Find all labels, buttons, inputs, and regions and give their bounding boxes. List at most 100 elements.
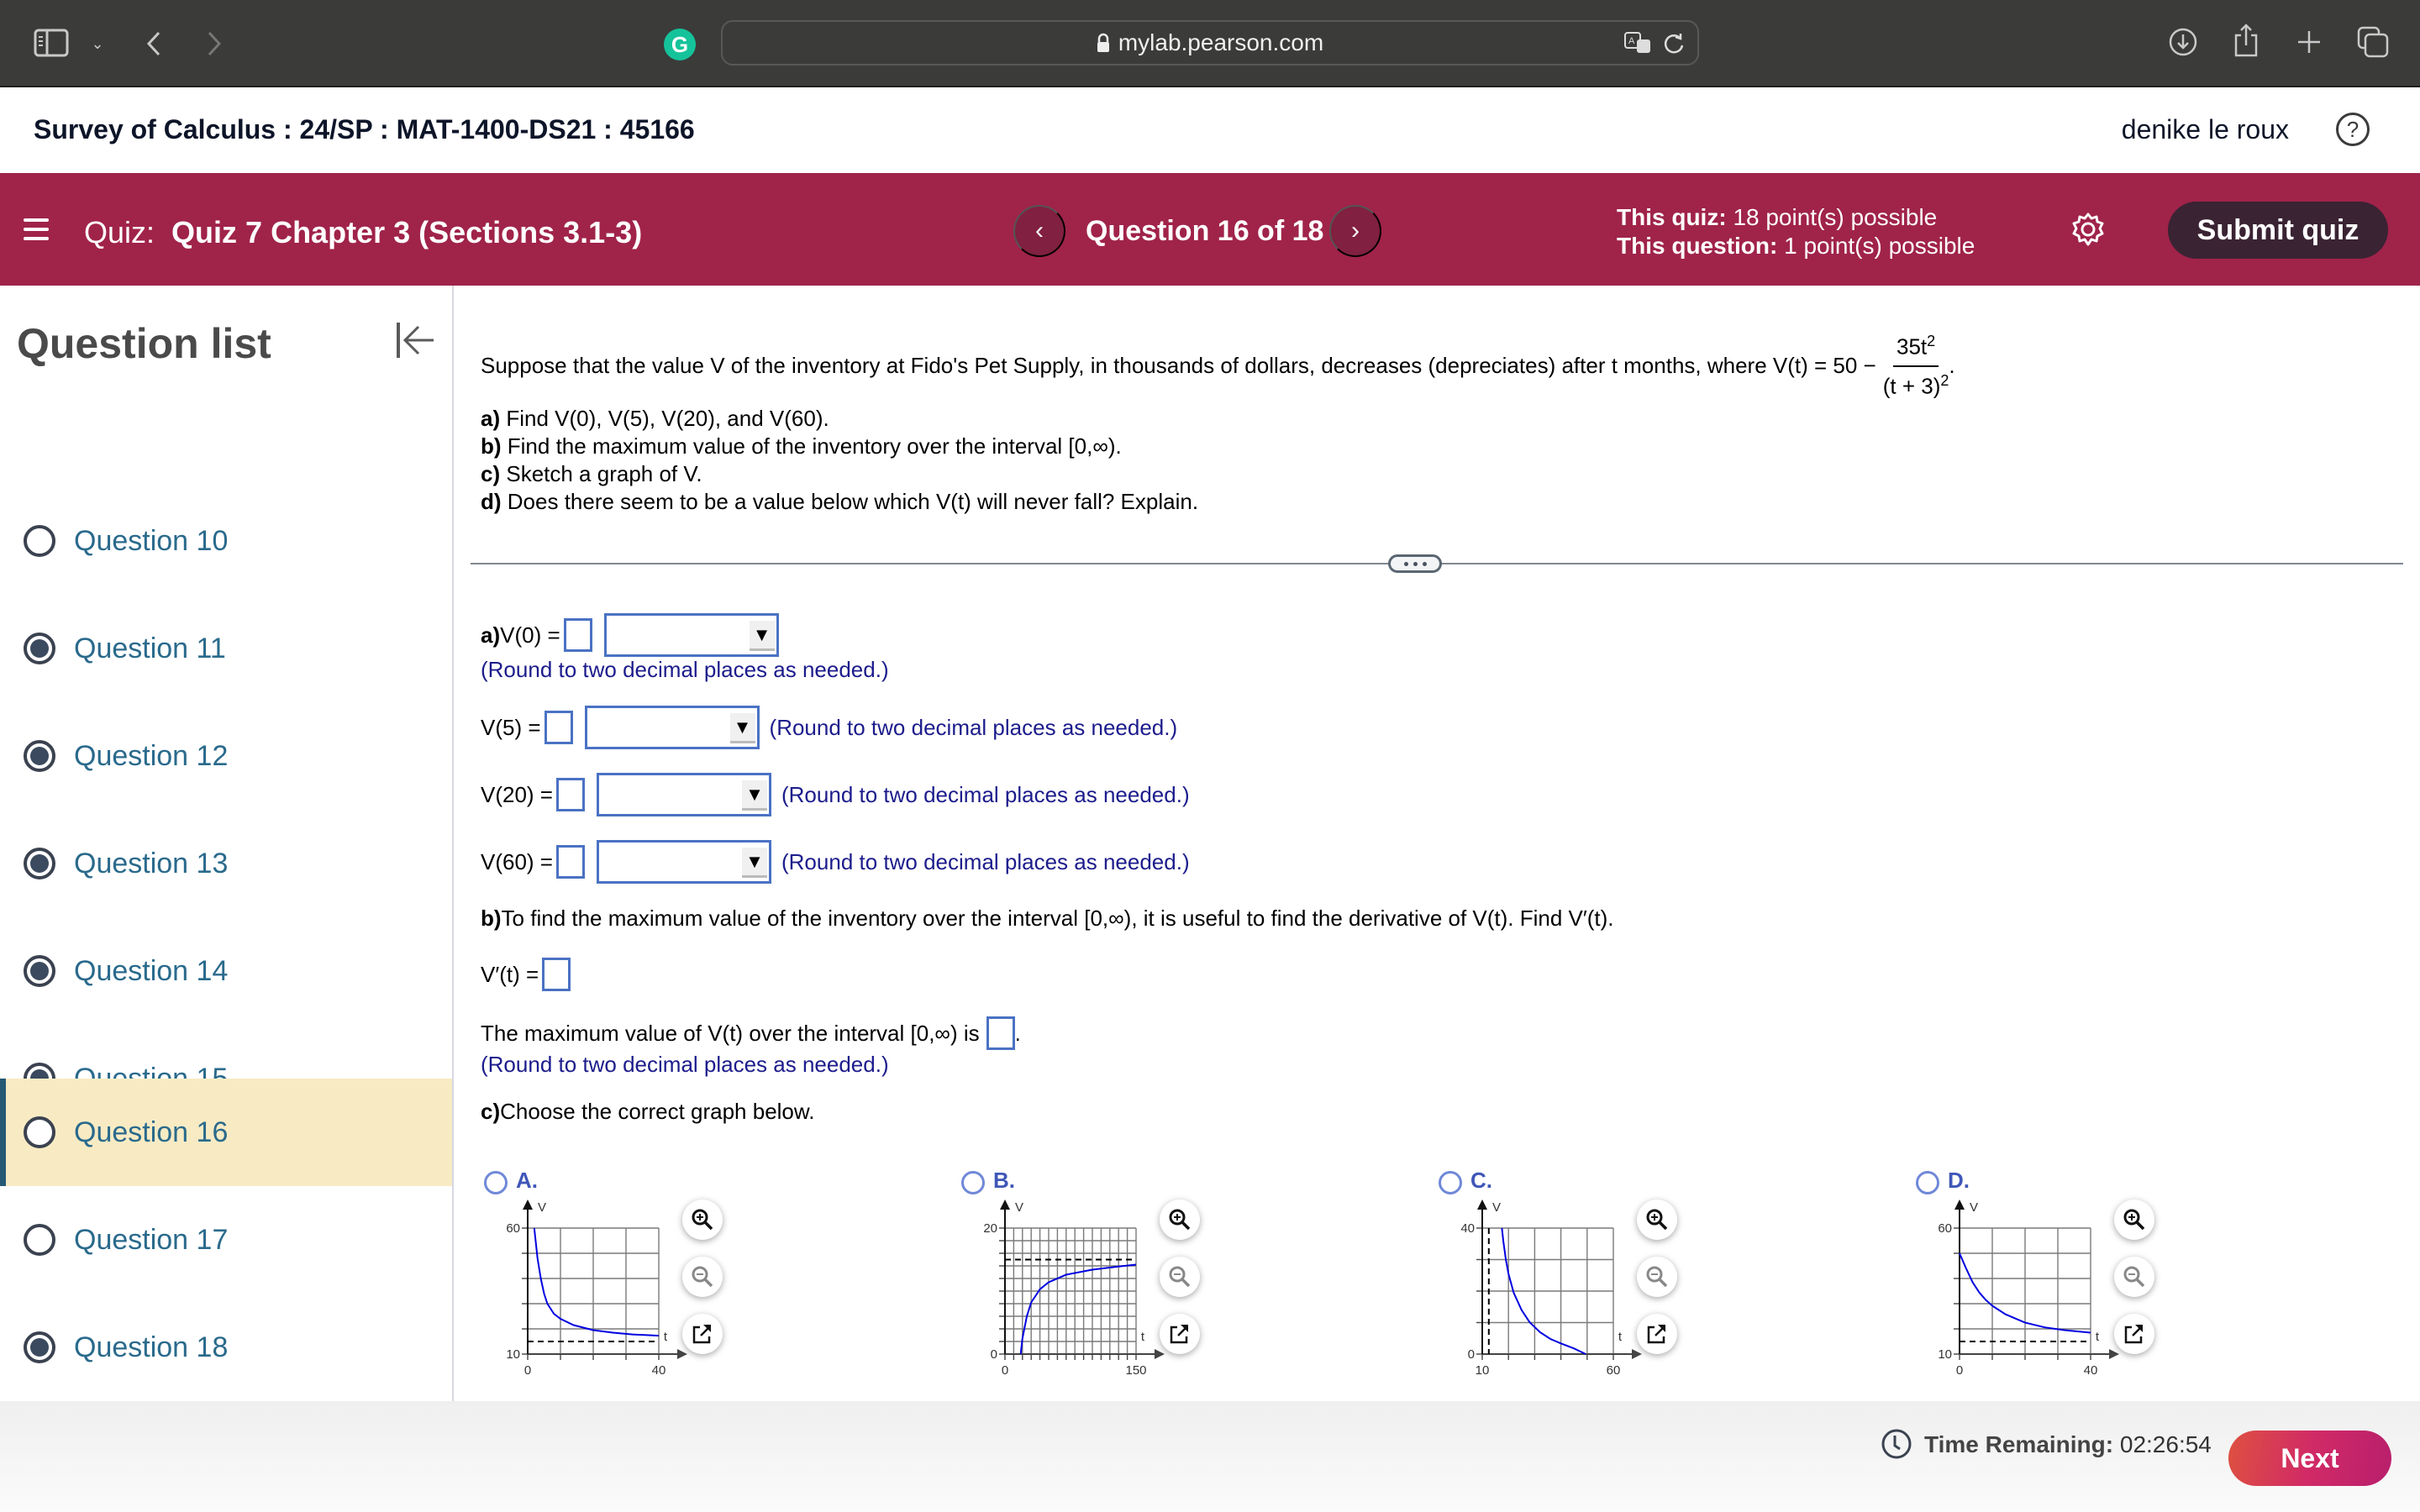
sidebar-item-question-14[interactable]: Question 14 xyxy=(0,917,452,1025)
graph-c: 40 010 60 Vt xyxy=(1460,1200,1642,1378)
option-radio[interactable] xyxy=(961,1171,985,1194)
pane-resize-handle[interactable] xyxy=(1388,554,1442,573)
time-remaining-value: 02:26:54 xyxy=(2119,1431,2212,1457)
v20-units-dropdown[interactable]: ▼ xyxy=(597,773,771,816)
sidebar-item-question-10[interactable]: Question 10 xyxy=(0,487,452,595)
v0-label: V(0) = xyxy=(500,622,560,648)
time-remaining: Time Remaining: 02:26:54 xyxy=(1924,1431,2212,1458)
option-radio[interactable] xyxy=(1439,1171,1462,1194)
dropdown-arrow-icon[interactable]: ▼ xyxy=(742,848,767,878)
x-axis-arrow xyxy=(677,1349,687,1359)
open-new-window-icon[interactable] xyxy=(2114,1314,2154,1354)
v60-input[interactable] xyxy=(556,845,585,879)
v5-input[interactable] xyxy=(544,711,573,744)
option-letter[interactable]: C. xyxy=(1470,1168,1492,1194)
stem-text: Suppose that the value V of the inventor… xyxy=(481,353,1876,379)
new-tab-icon[interactable] xyxy=(2294,27,2324,57)
sidebar-item-question-17[interactable]: Question 17 xyxy=(0,1186,452,1294)
v20-input[interactable] xyxy=(556,778,585,811)
v60-units-dropdown[interactable]: ▼ xyxy=(597,840,771,884)
tabs-overview-icon[interactable] xyxy=(2356,25,2390,59)
part-c-prompt: c) Choose the correct graph below. xyxy=(481,1099,814,1125)
zoom-out-icon[interactable] xyxy=(682,1257,723,1297)
previous-question-button[interactable]: ‹ xyxy=(1013,205,1065,257)
v0-input[interactable] xyxy=(563,618,592,652)
download-icon[interactable] xyxy=(2168,27,2198,57)
part-d: d) Does there seem to be a value below w… xyxy=(481,489,1199,514)
open-new-window-icon[interactable] xyxy=(1637,1314,1677,1354)
open-new-window-icon[interactable] xyxy=(682,1314,723,1354)
grammarly-icon[interactable]: G xyxy=(664,29,696,60)
reload-icon[interactable] xyxy=(1660,30,1687,57)
v20-label: V(20) = xyxy=(481,781,553,807)
x-axis-label: t xyxy=(2096,1330,2100,1344)
sidebar-toggle-icon[interactable] xyxy=(34,29,69,57)
part-b: b) Find the maximum value of the invento… xyxy=(481,433,1122,459)
course-header: Survey of Calculus : 24/SP : MAT-1400-DS… xyxy=(0,87,2420,173)
zoom-out-icon[interactable] xyxy=(1160,1257,1200,1297)
sidebar-item-question-12[interactable]: Question 12 xyxy=(0,702,452,810)
graph-option-c[interactable]: C. 40 0 10 60 Vt xyxy=(1435,1164,1914,1399)
option-radio[interactable] xyxy=(1916,1171,1939,1194)
clock-icon xyxy=(1881,1428,1912,1460)
question-counter[interactable]: Question 16 of 18 xyxy=(1086,215,1323,248)
fraction-denominator: (t + 3) xyxy=(1882,373,1941,399)
part-c: c) Sketch a graph of V. xyxy=(481,461,702,486)
dropdown-arrow-icon[interactable]: ▼ xyxy=(749,621,775,651)
option-letter[interactable]: D. xyxy=(1948,1168,1970,1194)
dropdown-arrow-icon[interactable]: ▼ xyxy=(729,713,755,743)
menu-icon[interactable] xyxy=(24,218,49,240)
collapse-panel-icon[interactable] xyxy=(395,321,435,360)
forward-icon[interactable] xyxy=(202,29,227,59)
user-name[interactable]: denike le roux xyxy=(2122,114,2289,145)
dropdown-arrow-icon[interactable]: ▼ xyxy=(742,780,767,811)
next-button[interactable]: Next xyxy=(2228,1431,2391,1486)
x-axis-arrow xyxy=(2109,1349,2119,1359)
y-axis-arrow xyxy=(1477,1200,1487,1210)
sidebar-item-question-11[interactable]: Question 11 xyxy=(0,595,452,702)
address-bar[interactable]: mylab.pearson.com A xyxy=(721,20,1699,66)
option-letter[interactable]: B. xyxy=(993,1168,1015,1194)
graph-option-a[interactable]: A. 60 10 0 40 Vt xyxy=(481,1164,960,1399)
quiz-header: Quiz: Quiz 7 Chapter 3 (Sections 3.1-3) … xyxy=(0,173,2420,286)
quiz-title: Quiz: Quiz 7 Chapter 3 (Sections 3.1-3) xyxy=(84,215,642,250)
maximum-round-hint: (Round to two decimal places as needed.) xyxy=(481,1052,889,1077)
back-icon[interactable] xyxy=(141,29,166,59)
sidebar-item-label: Question 18 xyxy=(74,1331,229,1363)
x-axis-label: t xyxy=(1618,1330,1623,1344)
zoom-out-icon[interactable] xyxy=(1637,1257,1677,1297)
quiz-points-value: 18 point(s) possible xyxy=(1733,204,1938,230)
part-a-tag: a) xyxy=(481,622,501,648)
x-axis-arrow xyxy=(1632,1349,1642,1359)
zoom-out-icon[interactable] xyxy=(2114,1257,2154,1297)
quiz-points-label: This quiz: xyxy=(1617,204,1727,230)
option-letter[interactable]: A. xyxy=(516,1168,538,1194)
v0-units-dropdown[interactable]: ▼ xyxy=(603,613,779,657)
sidebar-item-question-13[interactable]: Question 13 xyxy=(0,810,452,917)
numerator-exponent: 2 xyxy=(1927,333,1936,349)
chevron-down-icon[interactable]: ⌄ xyxy=(87,34,108,54)
translate-icon[interactable]: A xyxy=(1623,30,1654,57)
help-icon[interactable]: ? xyxy=(2336,113,2370,146)
zoom-in-icon[interactable] xyxy=(2114,1200,2154,1240)
zoom-in-icon[interactable] xyxy=(682,1200,723,1240)
sidebar-item-question-18[interactable]: Question 18 xyxy=(0,1294,452,1401)
graph-option-d[interactable]: D. 60 10 0 40 Vt xyxy=(1912,1164,2391,1399)
open-new-window-icon[interactable] xyxy=(1160,1314,1200,1354)
zoom-in-icon[interactable] xyxy=(1637,1200,1677,1240)
url-text: mylab.pearson.com xyxy=(1118,29,1324,55)
zoom-in-icon[interactable] xyxy=(1160,1200,1200,1240)
maximum-end: . xyxy=(1014,1020,1021,1046)
next-question-button[interactable]: › xyxy=(1329,205,1381,257)
share-icon[interactable] xyxy=(2232,22,2260,59)
question-points-label: This question: xyxy=(1617,233,1778,259)
maximum-input[interactable] xyxy=(986,1016,1015,1050)
x-tick-label: 40 xyxy=(2084,1363,2098,1378)
submit-quiz-button[interactable]: Submit quiz xyxy=(2168,202,2388,259)
sidebar-item-question-16[interactable]: Question 16 xyxy=(0,1079,452,1186)
option-radio[interactable] xyxy=(484,1171,508,1194)
derivative-input[interactable] xyxy=(542,958,571,991)
settings-gear-icon[interactable] xyxy=(2070,212,2106,247)
graph-option-b[interactable]: B. 20 0 0 150 Vt xyxy=(958,1164,1437,1399)
v5-units-dropdown[interactable]: ▼ xyxy=(584,706,760,749)
